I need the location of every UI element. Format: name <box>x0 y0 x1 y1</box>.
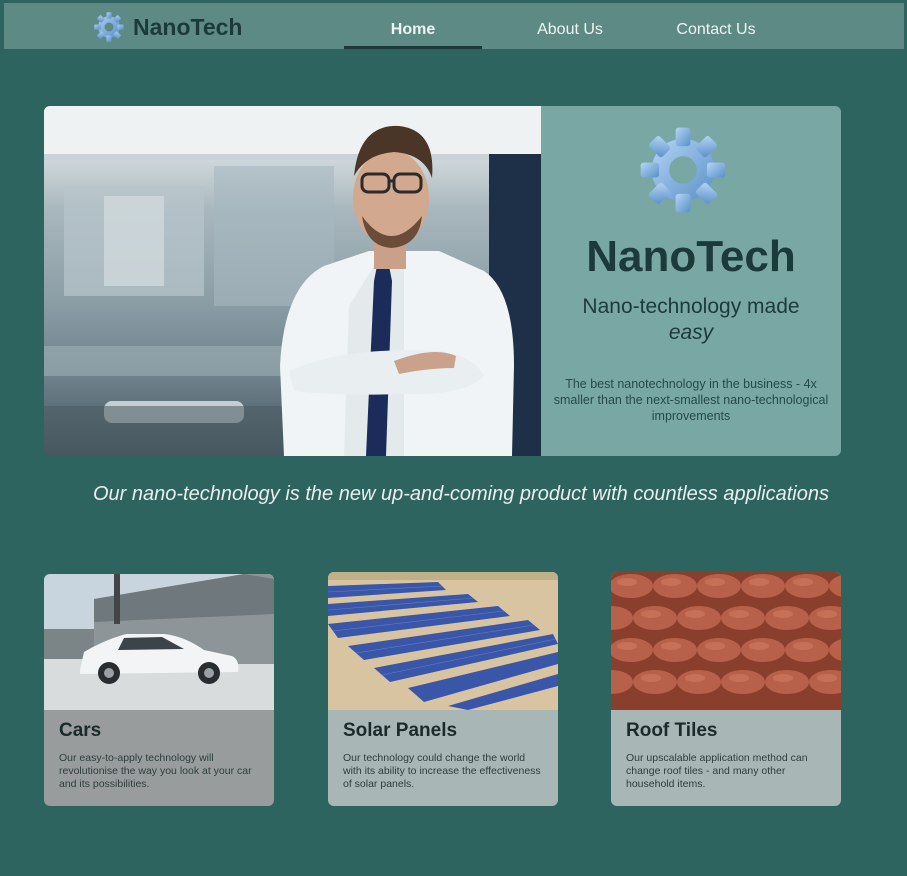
card-roof-tiles[interactable]: Roof Tiles Our upscalable application me… <box>611 572 841 806</box>
nav-home-link[interactable]: Home <box>344 3 482 49</box>
brand-name: NanoTech <box>133 13 243 40</box>
gear-icon <box>640 127 726 213</box>
hero-section: NanoTech Nano-technology made easy The b… <box>44 106 841 456</box>
gear-icon <box>94 12 124 42</box>
brand[interactable]: NanoTech <box>93 11 242 43</box>
roof-tiles-image <box>611 572 841 710</box>
tagline: Our nano-technology is the new up-and-co… <box>93 483 829 505</box>
card-title: Solar Panels <box>343 720 458 741</box>
card-cars[interactable]: Cars Our easy-to-apply technology will r… <box>44 574 274 806</box>
card-title: Cars <box>59 720 102 741</box>
car-image <box>44 574 274 710</box>
card-description: Our technology could change the world wi… <box>343 752 541 790</box>
card-description: Our easy-to-apply technology will revolu… <box>59 752 252 790</box>
solar-panels-image <box>328 572 558 710</box>
hero-subtitle-emphasis: easy <box>668 321 714 344</box>
card-solar-panels[interactable]: Solar Panels Our technology could change… <box>328 572 558 806</box>
hero-image <box>44 106 541 456</box>
hero-description: The best nanotechnology in the business … <box>553 377 829 423</box>
nav-contact-link[interactable]: Contact Us <box>660 3 772 49</box>
card-title: Roof Tiles <box>626 720 718 741</box>
hero-subtitle: Nano-technology made easy <box>551 294 831 346</box>
nav-about-link[interactable]: About Us <box>518 3 622 49</box>
navbar: NanoTech Home About Us Contact Us <box>4 3 904 49</box>
hero-title: NanoTech <box>586 232 796 281</box>
hero-text-panel: NanoTech Nano-technology made easy The b… <box>541 106 841 456</box>
scientist-photo <box>44 106 541 456</box>
card-description: Our upscalable application method can ch… <box>626 752 808 790</box>
hero-subtitle-main: Nano-technology made <box>582 295 800 318</box>
